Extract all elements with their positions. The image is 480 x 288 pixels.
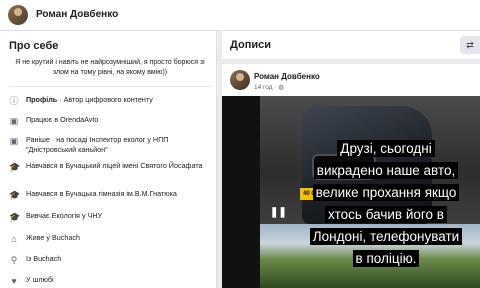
bio-text: Я не крутий і навіть не найрозумніший, я…: [15, 59, 205, 76]
avatar[interactable]: [8, 5, 28, 25]
about-item-text[interactable]: Вивчає Екологія у ЧНУ: [26, 211, 214, 221]
info-icon: ⓘ: [9, 96, 19, 106]
posts-title: Дописи: [230, 39, 271, 51]
about-item-text[interactable]: Навчався в Бучацький ліцей імені Святого…: [26, 161, 214, 171]
globe-icon: ◍: [278, 84, 284, 91]
profile-top-bar: Роман Довбенко: [0, 0, 480, 31]
filter-button[interactable]: ⇄: [460, 36, 480, 54]
about-item-text[interactable]: Живе у Buchach: [26, 233, 214, 243]
about-panel: Про себе Я не крутий і навіть не найрозу…: [0, 31, 217, 288]
filter-icon: ⇄: [466, 40, 474, 50]
caption-line: хтось бачив його в: [296, 204, 476, 225]
about-item-text: · Автор цифрового контенту: [57, 95, 153, 104]
video-player[interactable]: 40 0994 AB ❚❚ Друзі, сьогодні викрадено …: [222, 96, 480, 288]
pause-icon[interactable]: ❚❚: [270, 207, 287, 218]
divider: [9, 86, 211, 87]
location-pin-icon: ⚲: [10, 255, 18, 265]
about-item-label: Профіль: [26, 95, 58, 104]
graduation-cap-icon: 🎓: [9, 162, 21, 172]
briefcase-icon: ▣: [9, 136, 19, 146]
about-title: Про себе: [9, 40, 59, 52]
caption-line: Лондоні, телефонувати: [296, 226, 476, 247]
about-item-text: У шлюбі: [26, 275, 54, 284]
post-card: Роман Довбенко 14 год · ◍ 40 0994 AB ❚❚ …: [222, 64, 480, 288]
about-item-text[interactable]: Працює в OrendaAvto: [26, 115, 214, 125]
posts-column: Дописи ⇄ Роман Довбенко 14 год · ◍ 40 09…: [222, 31, 480, 288]
caption-line: Друзі, сьогодні: [296, 138, 476, 159]
caption-line: в поліцію.: [296, 248, 476, 269]
graduation-cap-icon: 🎓: [9, 212, 21, 222]
posts-header: Дописи ⇄: [222, 31, 480, 59]
about-item-text[interactable]: Із Buchach: [26, 254, 214, 264]
briefcase-icon: ▣: [9, 116, 19, 126]
about-item-text[interactable]: Раніше · на посаді Інспектор еколог у НП…: [26, 135, 214, 155]
post-time[interactable]: 14 год ·: [254, 84, 278, 91]
home-icon: ⌂: [11, 234, 17, 244]
about-item-text[interactable]: Навчався в Бучацька гімназія ім.В.М.Гнат…: [26, 189, 214, 199]
post-meta[interactable]: 14 год · ◍: [254, 83, 284, 91]
caption-line: викрадено наше авто,: [296, 160, 476, 181]
post-author[interactable]: Роман Довбенко: [254, 72, 320, 81]
heart-icon: ♥: [11, 276, 17, 286]
graduation-cap-icon: 🎓: [9, 190, 21, 200]
avatar[interactable]: [230, 70, 250, 90]
caption-line: велике прохання якщо: [296, 182, 476, 203]
profile-name[interactable]: Роман Довбенко: [36, 9, 118, 20]
